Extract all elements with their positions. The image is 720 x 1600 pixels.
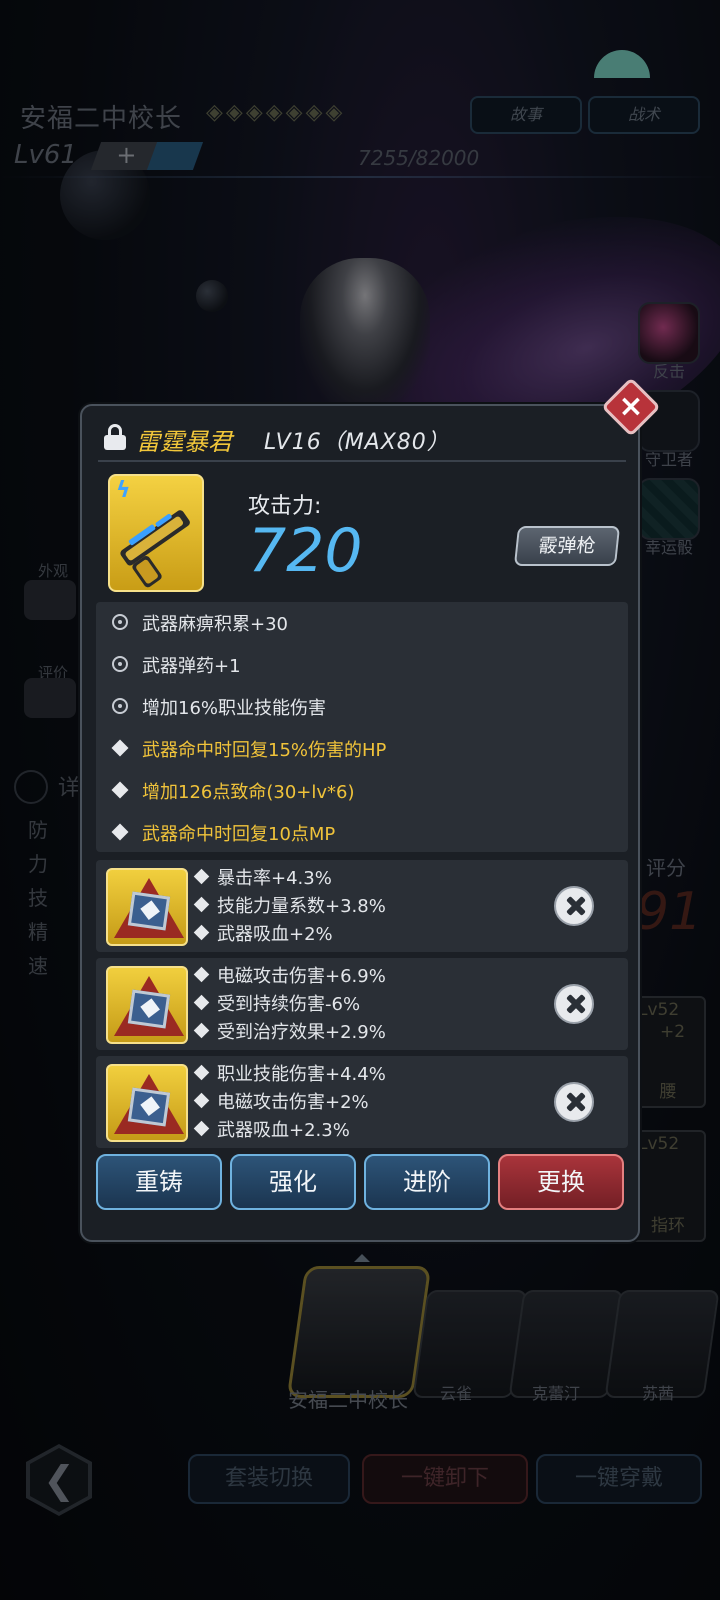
weapon-detail-dialog: 雷霆暴君 LV16（MAX80） ϟ 攻击力: 720 霰弹枪 武器麻痹积累+3…: [80, 404, 640, 1242]
gear-icon: [112, 656, 128, 672]
gem-stat: 电磁攻击伤害+6.9%: [193, 962, 386, 990]
gem-icon[interactable]: [106, 1064, 188, 1142]
weapon-type-badge: 霰弹枪: [513, 526, 621, 566]
lock-icon[interactable]: [104, 424, 126, 450]
close-icon: ×: [618, 389, 644, 424]
diamond-icon: [193, 994, 210, 1011]
gem-icon[interactable]: [106, 868, 188, 946]
enhance-button[interactable]: 强化: [230, 1154, 356, 1210]
diamond-icon: [193, 896, 210, 913]
gem-stat: 武器吸血+2%: [193, 920, 333, 948]
reforge-button[interactable]: 重铸: [96, 1154, 222, 1210]
gem-slot: 电磁攻击伤害+6.9% 受到持续伤害-6% 受到治疗效果+2.9%: [96, 958, 628, 1050]
gear-icon: [112, 698, 128, 714]
diamond-icon: [193, 924, 210, 941]
weapon-level: LV16（MAX80）: [264, 430, 450, 455]
gem-stat: 受到持续伤害-6%: [193, 990, 360, 1018]
list-item: 增加126点致命(30+lv*6): [96, 770, 628, 812]
weapon-image: ϟ: [108, 474, 204, 592]
list-item: 武器弹药+1: [96, 644, 628, 686]
diamond-icon: [111, 739, 129, 757]
gem-slot: 暴击率+4.3% 技能力量系数+3.8% 武器吸血+2%: [96, 860, 628, 952]
list-item: 武器麻痹积累+30: [96, 602, 628, 644]
shotgun-icon: [120, 510, 190, 588]
diamond-icon: [111, 781, 129, 799]
list-item: 武器命中时回复15%伤害的HP: [96, 728, 628, 770]
attribute-text: 武器命中时回复15%伤害的HP: [142, 740, 387, 761]
weapon-name: 雷霆暴君: [136, 428, 232, 456]
remove-gem-button[interactable]: [554, 984, 594, 1024]
gem-stat: 暴击率+4.3%: [193, 864, 332, 892]
diamond-icon: [193, 1120, 210, 1137]
replace-button[interactable]: 更换: [498, 1154, 624, 1210]
list-item: 增加16%职业技能伤害: [96, 686, 628, 728]
advance-button[interactable]: 进阶: [364, 1154, 490, 1210]
gem-stat: 武器吸血+2.3%: [193, 1116, 350, 1144]
gem-stat: 技能力量系数+3.8%: [193, 892, 386, 920]
attribute-list: 武器麻痹积累+30 武器弹药+1 增加16%职业技能伤害 武器命中时回复15%伤…: [96, 602, 628, 852]
list-item: 武器命中时回复10点MP: [96, 812, 628, 854]
attribute-text: 武器麻痹积累+30: [142, 614, 288, 635]
diamond-icon: [193, 966, 210, 983]
gem-slot: 职业技能伤害+4.4% 电磁攻击伤害+2% 武器吸血+2.3%: [96, 1056, 628, 1148]
diamond-icon: [193, 1064, 210, 1081]
diamond-icon: [193, 868, 210, 885]
gem-stat: 受到治疗效果+2.9%: [193, 1018, 386, 1046]
gear-icon: [112, 614, 128, 630]
attribute-text: 武器命中时回复10点MP: [142, 824, 336, 845]
attribute-text: 增加16%职业技能伤害: [142, 698, 327, 719]
diamond-icon: [193, 1092, 210, 1109]
gem-icon[interactable]: [106, 966, 188, 1044]
diamond-icon: [193, 1022, 210, 1039]
attack-value: 720: [248, 516, 363, 586]
diamond-icon: [111, 823, 129, 841]
attribute-text: 武器弹药+1: [142, 656, 241, 677]
gem-stat: 职业技能伤害+4.4%: [193, 1060, 386, 1088]
remove-gem-button[interactable]: [554, 1082, 594, 1122]
gem-stat: 电磁攻击伤害+2%: [193, 1088, 369, 1116]
attribute-text: 增加126点致命(30+lv*6): [142, 782, 355, 803]
remove-gem-button[interactable]: [554, 886, 594, 926]
divider: [98, 460, 626, 462]
